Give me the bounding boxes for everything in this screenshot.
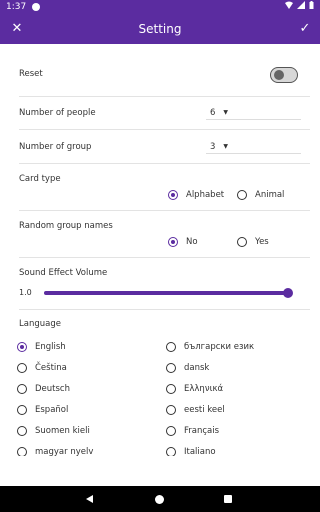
radio-unselected-icon xyxy=(166,342,176,352)
radio-no-label: No xyxy=(186,237,198,247)
dropdown-arrow-icon: ▼ xyxy=(223,109,229,116)
lang-magyar[interactable]: magyar nyelv xyxy=(17,447,93,456)
divider xyxy=(19,309,310,310)
radio-unselected-icon xyxy=(237,190,247,200)
people-label: Number of people xyxy=(19,108,96,118)
volume-label: Sound Effect Volume xyxy=(19,268,108,278)
lang-bulgarian[interactable]: български език xyxy=(166,342,254,352)
lang-francais[interactable]: Français xyxy=(166,426,219,436)
divider xyxy=(19,210,310,211)
radio-no[interactable]: No xyxy=(168,237,198,247)
lang-label: български език xyxy=(184,342,255,352)
lang-label: Suomen kieli xyxy=(35,426,90,436)
radio-yes[interactable]: Yes xyxy=(237,237,269,247)
page-title: Setting xyxy=(138,21,182,36)
lang-label: Español xyxy=(35,405,69,415)
radio-unselected-icon xyxy=(166,447,176,456)
reset-toggle[interactable] xyxy=(270,67,298,83)
status-icons xyxy=(285,1,314,9)
lang-cestina[interactable]: Čeština xyxy=(17,363,67,373)
reset-label: Reset xyxy=(19,69,43,79)
people-dropdown[interactable]: 6 ▼ xyxy=(206,106,301,120)
radio-unselected-icon xyxy=(17,405,27,415)
divider xyxy=(19,257,310,258)
lang-label: Deutsch xyxy=(35,384,70,394)
lang-label: Čeština xyxy=(35,363,67,373)
volume-slider[interactable] xyxy=(44,288,293,298)
radio-animal[interactable]: Animal xyxy=(237,190,284,200)
radio-unselected-icon xyxy=(166,363,176,373)
group-value: 3 xyxy=(210,141,216,152)
lang-label: Italiano xyxy=(184,447,216,456)
lang-italiano[interactable]: Italiano xyxy=(166,447,216,456)
app-bar: ✕ Setting ✓ xyxy=(0,13,320,44)
volume-value: 1.0 xyxy=(19,288,32,297)
nav-back-icon[interactable] xyxy=(86,495,93,503)
radio-alphabet-label: Alphabet xyxy=(186,190,225,200)
close-icon[interactable]: ✕ xyxy=(8,19,26,37)
language-label: Language xyxy=(19,319,61,329)
status-time: 1:37 xyxy=(6,1,27,12)
signal-icon xyxy=(297,1,305,9)
radio-unselected-icon xyxy=(166,426,176,436)
radio-unselected-icon xyxy=(17,384,27,394)
lang-label: dansk xyxy=(184,363,210,373)
volume-slider-thumb[interactable] xyxy=(283,288,293,298)
card-type-label: Card type xyxy=(19,174,61,184)
radio-selected-icon xyxy=(168,237,178,247)
lang-label: magyar nyelv xyxy=(35,447,94,456)
notification-icon xyxy=(32,2,41,11)
volume-slider-track xyxy=(44,291,288,295)
radio-selected-icon xyxy=(17,342,27,352)
battery-icon xyxy=(309,1,314,9)
lang-eesti[interactable]: eesti keel xyxy=(166,405,225,415)
divider xyxy=(19,129,310,130)
radio-unselected-icon xyxy=(17,363,27,373)
radio-animal-label: Animal xyxy=(255,190,285,200)
lang-dansk[interactable]: dansk xyxy=(166,363,209,373)
lang-label: English xyxy=(35,342,66,352)
lang-label: Français xyxy=(184,426,220,436)
lang-greek[interactable]: Ελληνικά xyxy=(166,384,223,394)
bottom-spacer xyxy=(0,456,320,486)
radio-yes-label: Yes xyxy=(255,237,269,247)
reset-toggle-thumb xyxy=(274,70,284,80)
confirm-check-icon[interactable]: ✓ xyxy=(296,19,314,37)
radio-unselected-icon xyxy=(166,384,176,394)
people-value: 6 xyxy=(210,107,216,118)
lang-deutsch[interactable]: Deutsch xyxy=(17,384,70,394)
group-label: Number of group xyxy=(19,142,92,152)
nav-recents-icon[interactable] xyxy=(224,495,232,503)
radio-unselected-icon xyxy=(17,426,27,436)
radio-alphabet[interactable]: Alphabet xyxy=(168,190,224,200)
lang-label: eesti keel xyxy=(184,405,225,415)
radio-unselected-icon xyxy=(17,447,27,456)
wifi-icon xyxy=(285,1,293,9)
lang-english[interactable]: English xyxy=(17,342,66,352)
group-dropdown[interactable]: 3 ▼ xyxy=(206,140,301,154)
divider xyxy=(19,96,310,97)
lang-suomi[interactable]: Suomen kieli xyxy=(17,426,90,436)
radio-unselected-icon xyxy=(237,237,247,247)
radio-unselected-icon xyxy=(166,405,176,415)
random-names-label: Random group names xyxy=(19,221,113,231)
dropdown-arrow-icon: ▼ xyxy=(223,143,229,150)
nav-home-icon[interactable] xyxy=(155,495,164,504)
language-list: English Čeština Deutsch Español Suomen k… xyxy=(0,340,320,456)
status-bar: 1:37 xyxy=(0,0,320,13)
divider xyxy=(19,163,310,164)
radio-selected-icon xyxy=(168,190,178,200)
navigation-bar xyxy=(0,486,320,512)
lang-espanol[interactable]: Español xyxy=(17,405,68,415)
lang-label: Ελληνικά xyxy=(184,384,224,394)
